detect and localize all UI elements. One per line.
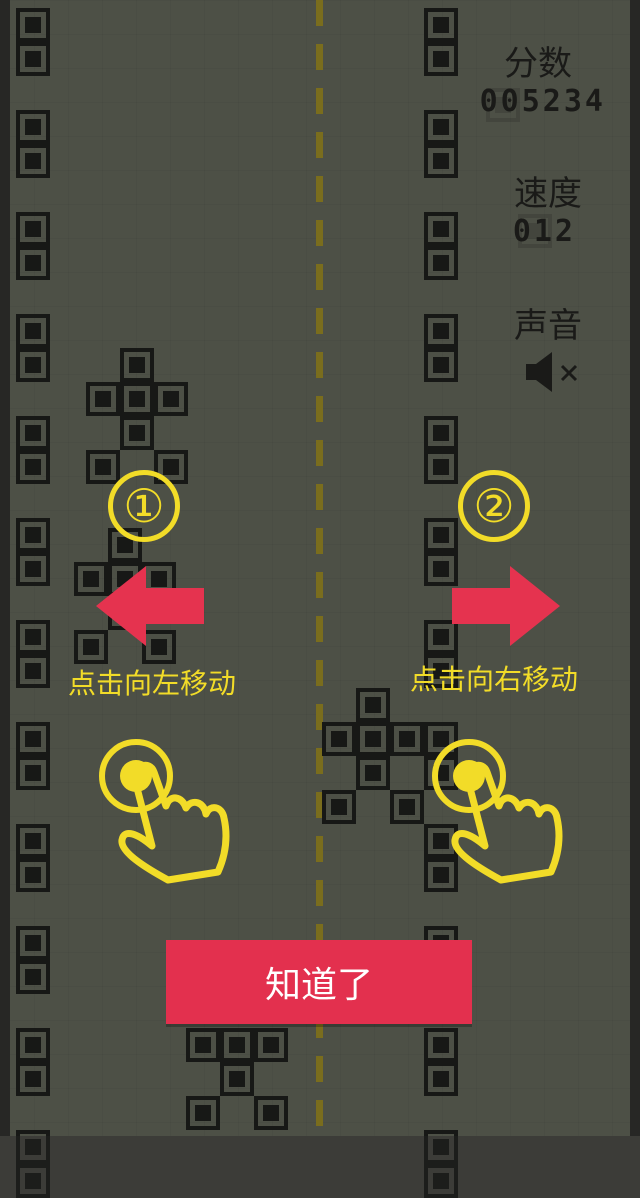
block-cell bbox=[16, 1164, 50, 1198]
move-right-zone[interactable]: 点击向右移动 bbox=[323, 460, 630, 900]
arrow-right-icon bbox=[452, 566, 560, 646]
block-cell bbox=[424, 1164, 458, 1198]
tap-hand-icon bbox=[432, 739, 563, 884]
got-it-button[interactable]: 知道了 bbox=[166, 940, 472, 1024]
arrow-left-icon bbox=[96, 566, 204, 646]
move-left-hint: 点击向左移动 bbox=[68, 667, 237, 700]
tutorial-overlay: ① ② 点击向左移动 点击向右移动 知道了 bbox=[0, 0, 640, 1136]
move-right-hint: 点击向右移动 bbox=[410, 663, 579, 696]
move-left-zone[interactable]: 点击向左移动 bbox=[10, 460, 316, 900]
tap-hand-icon bbox=[99, 739, 230, 884]
